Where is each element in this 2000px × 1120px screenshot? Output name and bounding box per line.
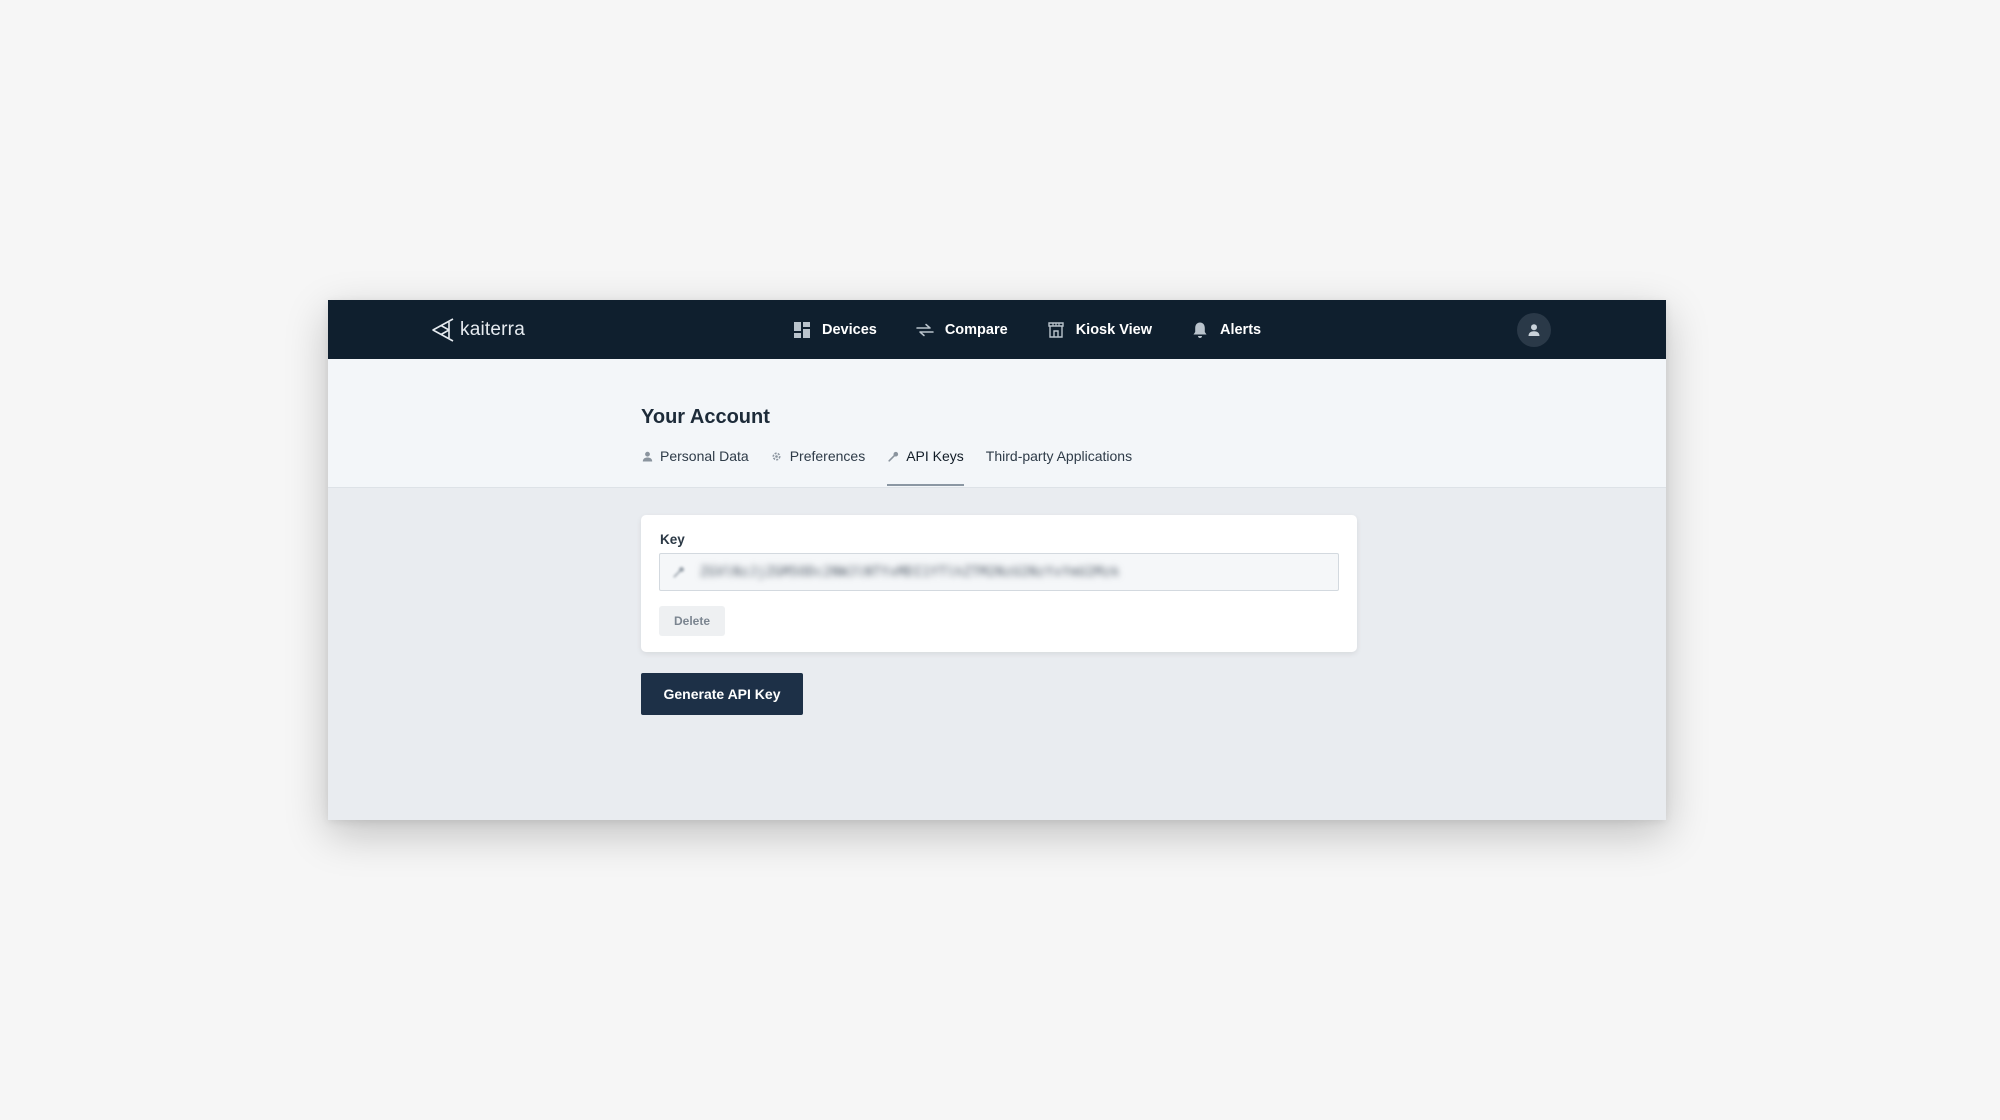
key-label: Key [660, 532, 685, 547]
tab-api-keys[interactable]: API Keys [887, 445, 964, 486]
brand-logo[interactable]: kaiterra [431, 316, 525, 344]
tab-preferences-label: Preferences [789, 448, 866, 464]
key-icon [887, 450, 899, 462]
app-window: kaiterra Devices Compare Kiosk View Aler… [328, 300, 1666, 820]
bell-icon [1190, 320, 1210, 340]
tab-api-keys-label: API Keys [906, 448, 964, 464]
tab-preferences[interactable]: Preferences [771, 445, 865, 485]
tab-personal-data-label: Personal Data [660, 448, 749, 464]
brand-name: kaiterra [460, 319, 525, 340]
nav-kiosk-view[interactable]: Kiosk View [1046, 320, 1152, 340]
grid-icon [792, 320, 812, 340]
top-navbar: kaiterra Devices Compare Kiosk View Aler… [328, 300, 1666, 359]
compare-arrows-icon [915, 320, 935, 340]
tab-third-party-applications[interactable]: Third-party Applications [986, 445, 1132, 485]
nav-compare-label: Compare [944, 321, 1008, 338]
nav-alerts[interactable]: Alerts [1190, 320, 1261, 340]
nav-compare[interactable]: Compare [915, 320, 1008, 340]
nav-devices[interactable]: Devices [792, 320, 877, 340]
kiosk-icon [1046, 320, 1066, 340]
nav-kiosk-view-label: Kiosk View [1075, 321, 1152, 338]
nav-devices-label: Devices [822, 321, 877, 338]
nav-alerts-label: Alerts [1219, 321, 1262, 338]
gear-icon [771, 450, 783, 462]
account-tabs: Personal Data Preferences API Keys Third… [641, 445, 1154, 487]
api-key-card: Key ZGVlNzJjZGM5ODc2NWJlNTYxMDI1YTlhZTM2… [641, 515, 1357, 652]
delete-key-button[interactable]: Delete [659, 606, 725, 636]
person-icon [641, 450, 653, 462]
api-key-field[interactable]: ZGVlNzJjZGM5ODc2NWJlNTYxMDI1YTlhZTM2NzU2… [659, 553, 1339, 591]
main-nav: Devices Compare Kiosk View Alerts [792, 300, 1299, 359]
kaiterra-logo-icon [432, 318, 454, 342]
tab-third-party-applications-label: Third-party Applications [985, 448, 1133, 464]
user-icon [1528, 324, 1540, 336]
tab-personal-data[interactable]: Personal Data [641, 445, 749, 485]
api-key-value: ZGVlNzJjZGM5ODc2NWJlNTYxMDI1YTlhZTM2NzU2… [700, 564, 1120, 580]
user-avatar-button[interactable] [1517, 313, 1551, 347]
account-header: Your Account Personal Data Preferences A… [328, 359, 1666, 488]
key-icon [672, 565, 686, 579]
generate-api-key-button[interactable]: Generate API Key [641, 673, 803, 715]
page-title: Your Account [641, 406, 770, 428]
